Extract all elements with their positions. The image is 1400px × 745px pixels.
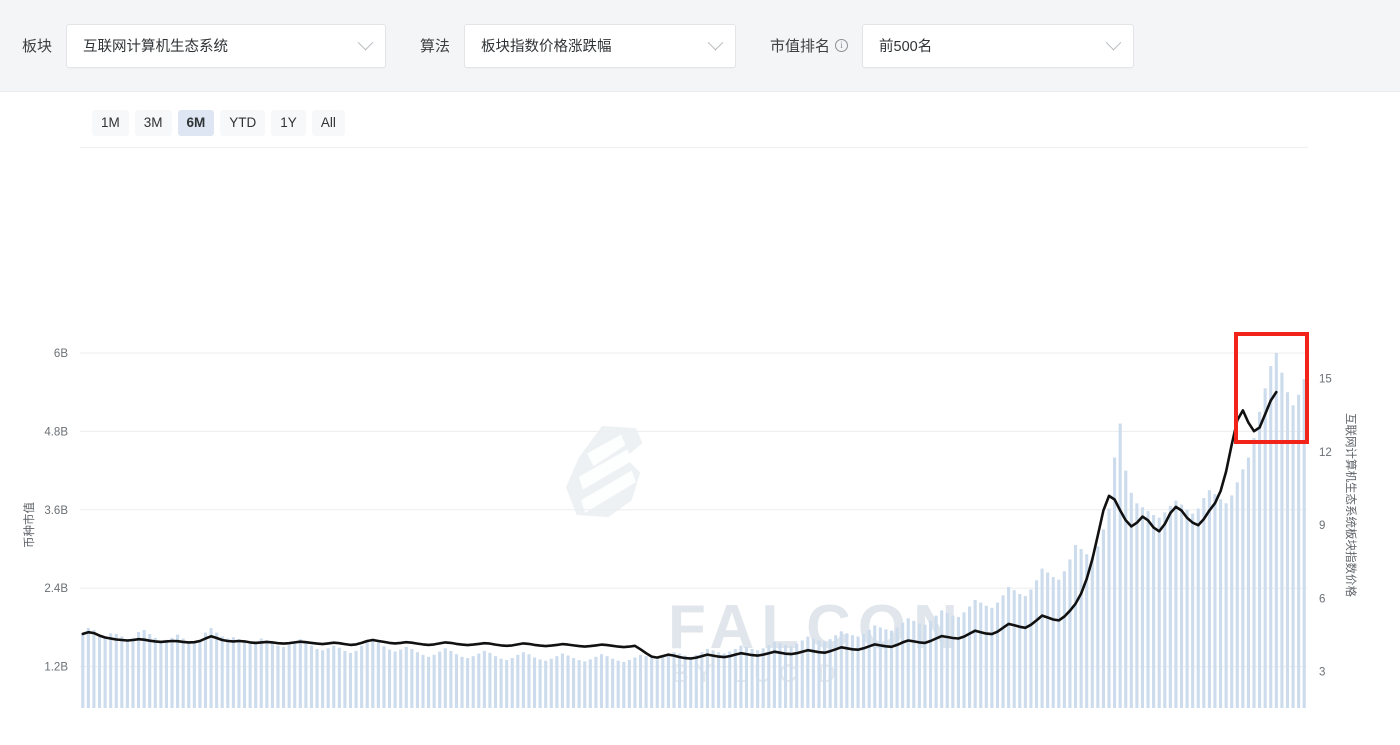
y-axis-right-tick: 6: [1319, 594, 1325, 606]
sector-filter: 板块 互联网计算机生态系统: [22, 24, 420, 68]
range-button-1m[interactable]: 1M: [92, 110, 129, 136]
algorithm-filter: 算法 板块指数价格涨跌幅: [420, 24, 770, 68]
filter-toolbar: 板块 互联网计算机生态系统 算法 板块指数价格涨跌幅 市值排名 i 前500名: [0, 0, 1400, 92]
marketcap-rank-filter: 市值排名 i 前500名: [770, 24, 1134, 68]
range-button-all[interactable]: All: [312, 110, 345, 136]
sector-select-value: 互联网计算机生态系统: [83, 35, 228, 56]
algorithm-label: 算法: [420, 35, 450, 56]
range-button-ytd[interactable]: YTD: [220, 110, 265, 136]
sector-select[interactable]: 互联网计算机生态系统: [66, 24, 386, 68]
chart-container: FALCON BY LUCID 01.2B2.4B3.6B4.8B6B 0369…: [0, 148, 1400, 708]
y-axis-left: 01.2B2.4B3.6B4.8B6B: [44, 348, 68, 708]
range-button-6m[interactable]: 6M: [178, 110, 215, 136]
marketcap-rank-select-value: 前500名: [879, 35, 932, 56]
chevron-down-icon: [1106, 35, 1122, 51]
marketcap-rank-select[interactable]: 前500名: [862, 24, 1134, 68]
y-axis-right-tick: 12: [1319, 447, 1332, 459]
info-icon[interactable]: i: [835, 39, 848, 52]
y-axis-left-tick: 1.2B: [44, 662, 68, 674]
chevron-down-icon: [708, 35, 724, 51]
algorithm-select[interactable]: 板块指数价格涨跌幅: [464, 24, 736, 68]
marketcap-rank-label-text: 市值排名: [770, 35, 830, 56]
y-axis-right: 03691215: [1319, 374, 1332, 708]
range-selector: 1M3M6MYTD1YAll: [0, 92, 1400, 136]
y-axis-left-tick: 3.6B: [44, 505, 68, 517]
range-button-3m[interactable]: 3M: [135, 110, 172, 136]
y-axis-right-tick: 15: [1319, 374, 1332, 386]
range-button-1y[interactable]: 1Y: [271, 110, 306, 136]
y-axis-left-tick: 4.8B: [44, 427, 68, 439]
y-axis-left-tick: 2.4B: [44, 583, 68, 595]
algorithm-select-value: 板块指数价格涨跌幅: [481, 35, 612, 56]
falcon-watermark: FALCON BY LUCID: [566, 426, 965, 688]
sector-label: 板块: [22, 35, 52, 56]
y-axis-left-title: 币种市值: [22, 502, 36, 548]
marketcap-price-chart[interactable]: FALCON BY LUCID 01.2B2.4B3.6B4.8B6B 0369…: [0, 148, 1400, 708]
y-axis-right-tick: 9: [1319, 520, 1325, 532]
y-axis-left-tick: 6B: [54, 348, 68, 360]
marketcap-rank-label: 市值排名 i: [770, 35, 848, 56]
chevron-down-icon: [358, 35, 374, 51]
y-axis-right-title: 互联网计算机生态系统板块指数价格: [1344, 413, 1358, 597]
y-axis-right-tick: 3: [1319, 667, 1325, 679]
